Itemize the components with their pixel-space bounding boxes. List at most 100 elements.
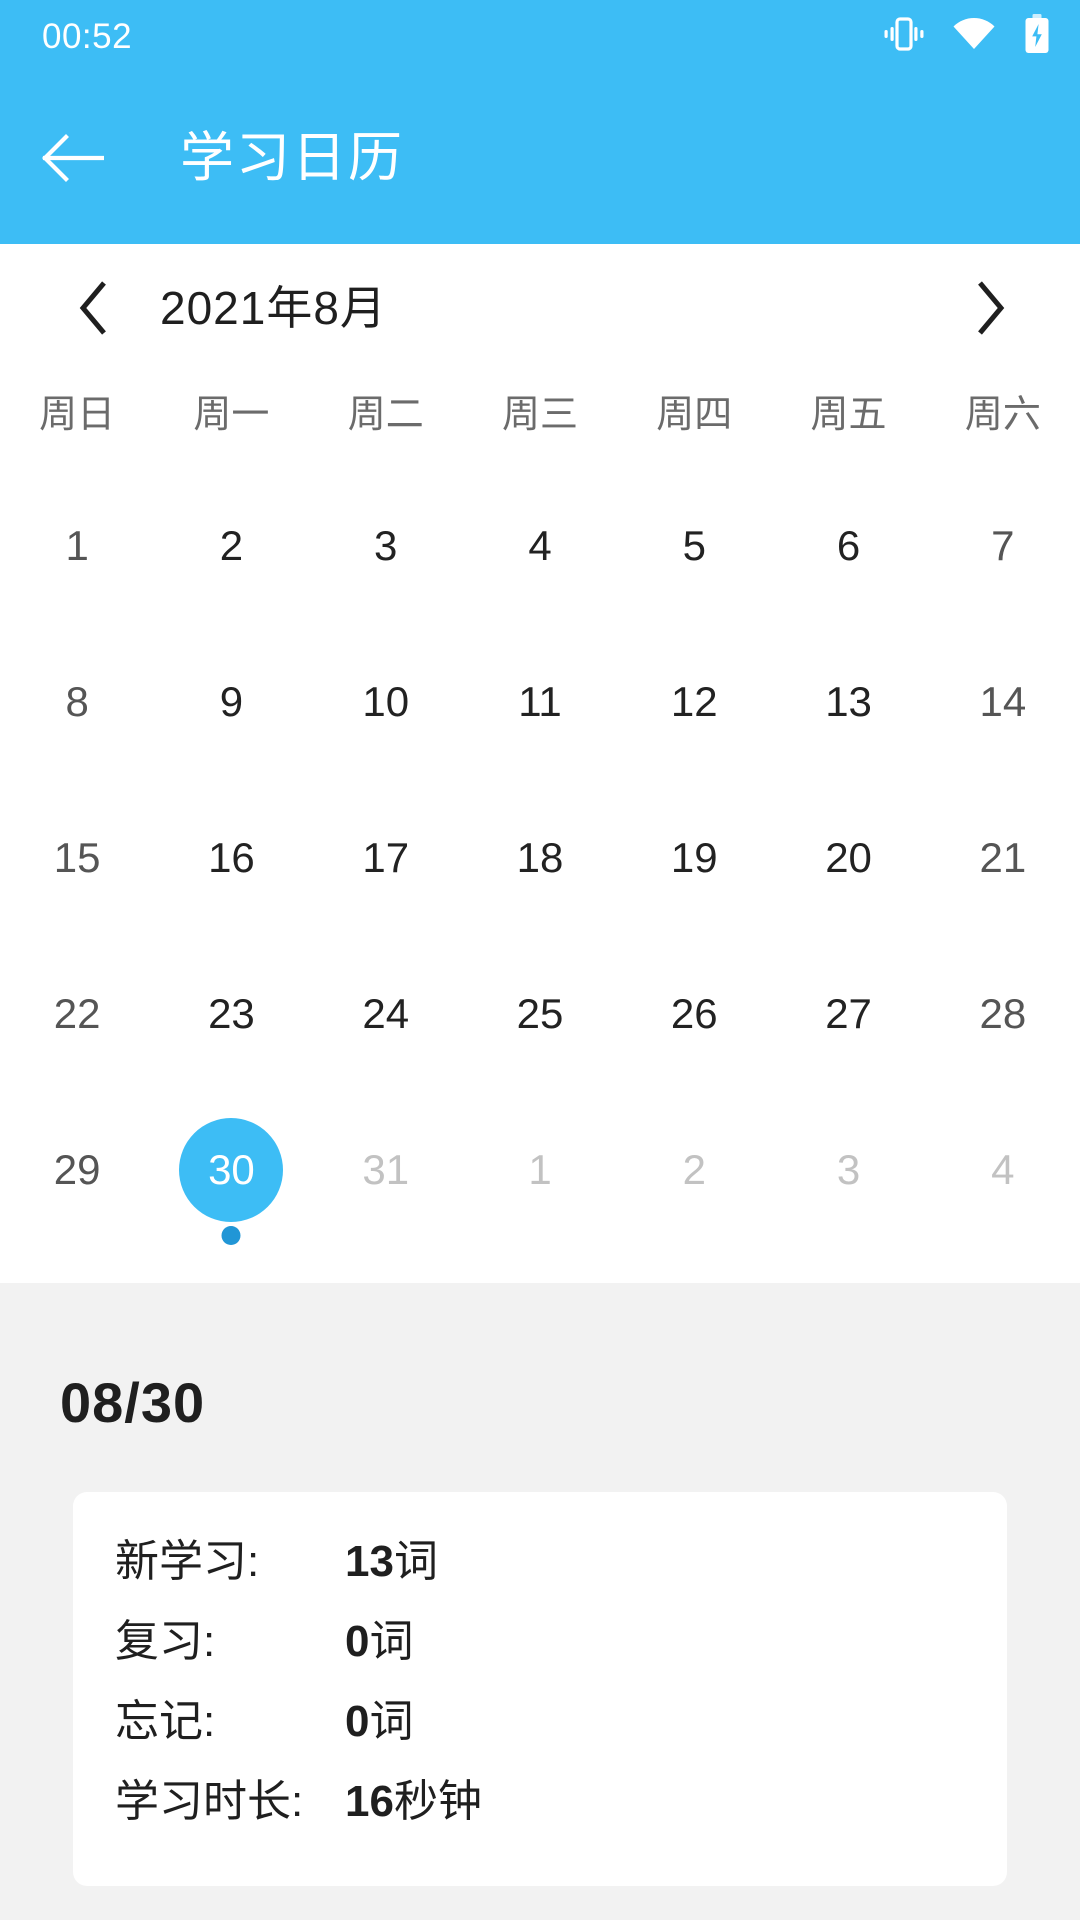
calendar-day-cell[interactable]: 15 <box>0 780 154 936</box>
calendar-day-cell[interactable]: 5 <box>617 468 771 624</box>
stat-unit: 秒钟 <box>393 1777 482 1826</box>
stat-unit: 词 <box>369 1697 414 1746</box>
day-number: 18 <box>516 834 564 881</box>
study-calendar-screen: 00:52 学习日历 2021年8月 周日 周一 周二 周三 周四 周五 周六 … <box>0 0 1080 1920</box>
calendar-day-cell[interactable]: 23 <box>154 936 308 1092</box>
day-number: 25 <box>516 990 564 1037</box>
calendar-day-cell[interactable]: 3 <box>771 1092 925 1248</box>
selected-date-title: 08/30 <box>60 1371 206 1434</box>
weekday-header-4: 周四 <box>656 394 733 436</box>
arrow-left-icon <box>42 134 104 182</box>
calendar-panel: 2021年8月 周日 周一 周二 周三 周四 周五 周六 1 2 3 4 5 6 7 8 9 10 11 12 13… <box>0 244 1080 1283</box>
calendar-day-cell[interactable]: 1 <box>0 468 154 624</box>
stat-label: 学习时长: <box>115 1777 304 1826</box>
day-number: 15 <box>53 834 101 881</box>
calendar-day-cell[interactable]: 26 <box>617 936 771 1092</box>
month-label[interactable]: 2021年8月 <box>160 285 387 331</box>
calendar-day-cell[interactable]: 4 <box>463 468 617 624</box>
chevron-right-icon <box>978 281 1005 335</box>
calendar-day-cell[interactable]: 27 <box>771 936 925 1092</box>
day-number: 3 <box>836 1146 861 1193</box>
calendar-day-cell[interactable]: 9 <box>154 624 308 780</box>
calendar-day-cell[interactable]: 7 <box>926 468 1080 624</box>
calendar-day-cell[interactable]: 2 <box>154 468 308 624</box>
vibrate-icon <box>884 15 924 58</box>
calendar-day-cell[interactable]: 24 <box>309 936 463 1092</box>
calendar-day-cell[interactable]: 3 <box>309 468 463 624</box>
weekday-header-5: 周五 <box>810 394 887 436</box>
stat-row: 新学习: 13词 <box>115 1540 1007 1604</box>
wifi-icon <box>952 17 996 56</box>
stat-row: 复习: 0词 <box>115 1620 1007 1684</box>
weekday-header-0: 周日 <box>39 394 116 436</box>
calendar-day-cell[interactable]: 1 <box>463 1092 617 1248</box>
status-bar: 00:52 <box>0 0 1080 72</box>
chevron-left-icon <box>79 281 106 335</box>
day-number: 24 <box>362 990 410 1037</box>
stats-rows: 新学习: 13词 复习: 0词 忘记: 0词 学习时长: 16秒钟 <box>73 1492 1007 1844</box>
calendar-day-cell[interactable]: 17 <box>309 780 463 936</box>
day-number: 3 <box>374 522 398 569</box>
stat-label: 忘记: <box>115 1697 216 1746</box>
calendar-day-cell[interactable]: 4 <box>926 1092 1080 1248</box>
stat-label: 新学习: <box>115 1537 260 1586</box>
day-number: 8 <box>65 678 89 725</box>
day-number: 13 <box>825 678 872 725</box>
calendar-day-cell[interactable]: 14 <box>926 624 1080 780</box>
day-number: 4 <box>991 1146 1015 1193</box>
calendar-day-cell[interactable]: 8 <box>0 624 154 780</box>
calendar-day-cell[interactable]: 28 <box>926 936 1080 1092</box>
stat-number: 16 <box>345 1777 394 1826</box>
stat-value: 0词 <box>345 1700 413 1744</box>
weekday-header-1: 周一 <box>193 394 270 436</box>
calendar-day-cell[interactable]: 10 <box>309 624 463 780</box>
calendar-day-cell[interactable]: 16 <box>154 780 308 936</box>
stat-value: 0词 <box>345 1620 413 1664</box>
weekday-header-row: 周日 周一 周二 周三 周四 周五 周六 <box>0 372 1080 458</box>
day-number: 5 <box>682 522 706 569</box>
calendar-day-cell[interactable]: 22 <box>0 936 154 1092</box>
calendar-day-cell[interactable]: 30 <box>154 1092 308 1248</box>
day-number: 2 <box>219 522 244 569</box>
day-number: 16 <box>208 834 255 881</box>
calendar-day-cell[interactable]: 18 <box>463 780 617 936</box>
page-title: 学习日历 <box>180 128 404 188</box>
next-month-button[interactable] <box>948 266 1032 350</box>
back-button[interactable] <box>42 134 152 182</box>
stat-value: 13词 <box>345 1540 438 1584</box>
day-number: 23 <box>208 990 255 1037</box>
calendar-day-cell[interactable]: 13 <box>771 624 925 780</box>
daily-stats-section: 08/30 新学习: 13词 复习: 0词 忘记: 0词 学习时长: 16秒钟 <box>0 1283 1080 1920</box>
calendar-day-cell[interactable]: 2 <box>617 1092 771 1248</box>
weekday-header-3: 周三 <box>501 394 578 436</box>
weekday-header-2: 周二 <box>347 394 424 436</box>
calendar-day-cell[interactable]: 21 <box>926 780 1080 936</box>
calendar-day-cell[interactable]: 25 <box>463 936 617 1092</box>
day-activity-dot <box>221 1226 241 1245</box>
day-number: 11 <box>518 678 562 725</box>
calendar-day-cell[interactable]: 12 <box>617 624 771 780</box>
day-number: 22 <box>53 990 101 1037</box>
calendar-day-cell[interactable]: 29 <box>0 1092 154 1248</box>
status-bar-icons <box>884 13 1050 59</box>
calendar-day-cell[interactable]: 20 <box>771 780 925 936</box>
calendar-day-cell[interactable]: 6 <box>771 468 925 624</box>
prev-month-button[interactable] <box>52 266 136 350</box>
stat-value: 16秒钟 <box>345 1780 482 1824</box>
day-number: 4 <box>528 522 552 569</box>
calendar-day-cell[interactable]: 31 <box>309 1092 463 1248</box>
day-number: 20 <box>825 834 872 881</box>
day-number: 17 <box>362 834 410 881</box>
calendar-day-cell[interactable]: 11 <box>463 624 617 780</box>
day-number: 7 <box>991 522 1015 569</box>
status-bar-clock: 00:52 <box>42 16 133 56</box>
day-number: 26 <box>670 990 718 1037</box>
stat-label: 复习: <box>115 1617 216 1666</box>
app-bar: 学习日历 <box>0 72 1080 244</box>
stats-card: 新学习: 13词 复习: 0词 忘记: 0词 学习时长: 16秒钟 <box>73 1492 1007 1886</box>
day-number: 30 <box>208 1146 255 1193</box>
day-number: 12 <box>670 678 718 725</box>
calendar-day-cell[interactable]: 19 <box>617 780 771 936</box>
stat-unit: 词 <box>393 1537 438 1586</box>
stat-number: 13 <box>345 1537 394 1586</box>
